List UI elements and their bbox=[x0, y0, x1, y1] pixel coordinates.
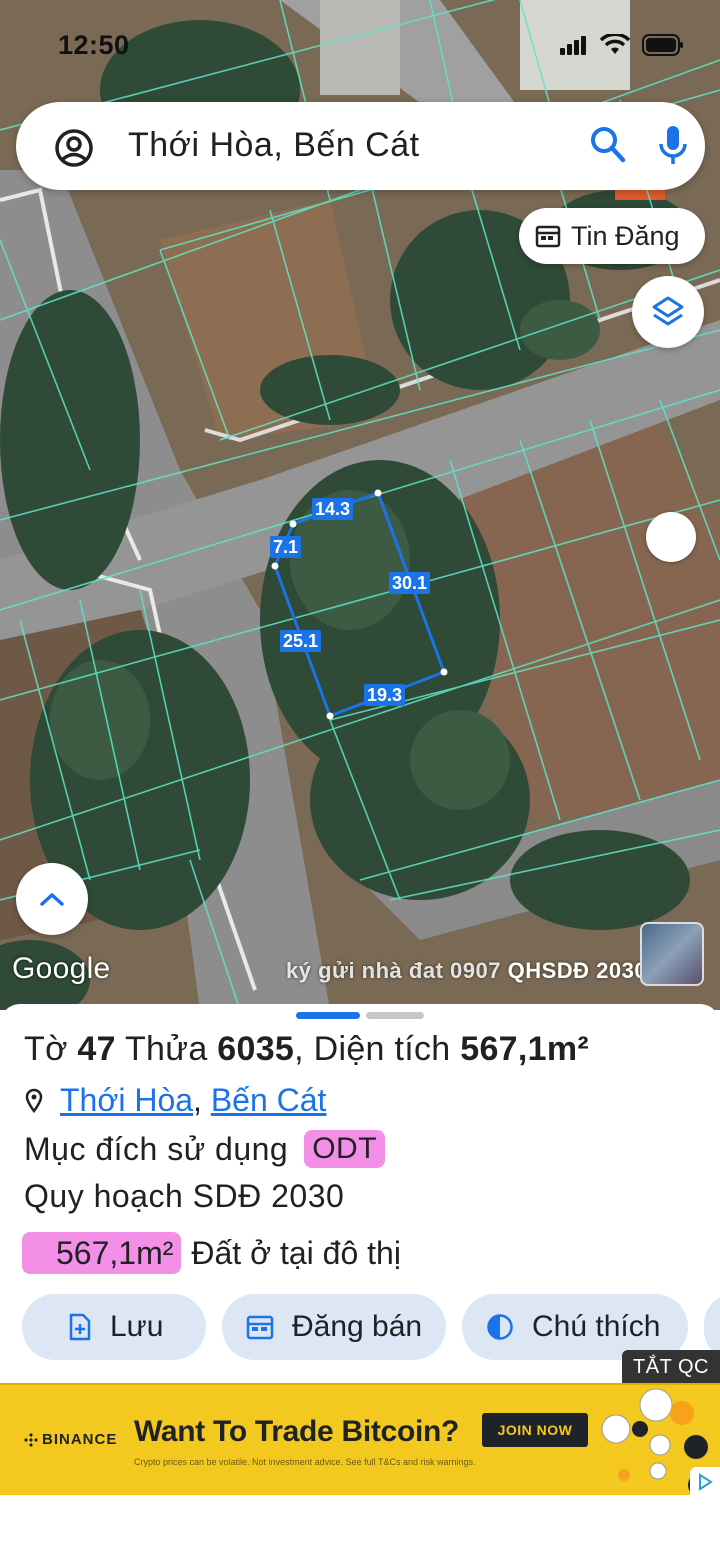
dimension-label: 30.1 bbox=[389, 572, 431, 594]
land-use-label: Mục đích sử dụng bbox=[24, 1130, 289, 1167]
calendar-icon bbox=[246, 1315, 274, 1340]
listings-chip[interactable]: Tin Đăng bbox=[519, 208, 705, 264]
save-button-label: Lưu bbox=[110, 1310, 164, 1343]
listings-chip-label: Tin Đăng bbox=[571, 220, 680, 251]
contrast-icon bbox=[487, 1314, 513, 1340]
ad-headline: Want To Trade Bitcoin? bbox=[134, 1415, 460, 1448]
location-pin-icon bbox=[25, 1088, 43, 1113]
dimension-label: 7.1 bbox=[270, 536, 302, 558]
location-separator: , bbox=[193, 1082, 202, 1118]
town-link[interactable]: Bến Cát bbox=[211, 1082, 327, 1119]
sheet-handle-active[interactable] bbox=[296, 1012, 360, 1019]
map-view[interactable]: 14.3 7.1 30.1 25.1 19.3 12:50 Thới Hòa, … bbox=[0, 0, 720, 1010]
google-logo: Google bbox=[12, 952, 111, 985]
dimension-label: 14.3 bbox=[312, 498, 354, 520]
floating-assist-button[interactable] bbox=[646, 512, 696, 562]
binance-logo-icon bbox=[24, 1432, 38, 1447]
battery-icon bbox=[642, 34, 683, 56]
calendar-icon bbox=[535, 225, 561, 248]
account-icon[interactable] bbox=[54, 128, 94, 168]
action-buttons: Lưu Đăng bán Chú thích bbox=[22, 1294, 720, 1360]
layers-icon bbox=[652, 296, 684, 326]
zone-line: 567,1m² Đất ở tại đô thị bbox=[22, 1232, 401, 1274]
watermark-prefix: ký gửi nhà đat 0907 bbox=[286, 958, 501, 983]
search-input[interactable]: Thới Hòa, Bến Cát bbox=[128, 126, 420, 165]
parcel-title: Tờ 47 Thửa 6035, Diện tích 567,1m² bbox=[24, 1030, 590, 1068]
plot-label: Thửa bbox=[124, 1030, 208, 1068]
ad-choices-button[interactable] bbox=[690, 1467, 720, 1495]
land-use-line: Mục đích sử dụng ODT bbox=[24, 1130, 386, 1168]
hide-ads-button[interactable]: TẮT QC bbox=[622, 1350, 720, 1384]
search-icon[interactable] bbox=[590, 126, 626, 164]
watermark-tail: QHSDĐ 2030 bbox=[507, 958, 648, 983]
area-label: Diện tích bbox=[313, 1030, 451, 1068]
ad-choices-icon bbox=[699, 1473, 713, 1491]
post-sale-button[interactable]: Đăng bán bbox=[222, 1294, 446, 1360]
post-sale-button-label: Đăng bán bbox=[292, 1310, 423, 1343]
dimension-label: 25.1 bbox=[280, 630, 322, 652]
sheet-handle[interactable] bbox=[366, 1012, 424, 1019]
dimension-label: 19.3 bbox=[364, 684, 406, 706]
sheet-label: Tờ bbox=[24, 1030, 68, 1068]
wifi-icon bbox=[600, 34, 630, 54]
layers-button[interactable] bbox=[632, 276, 704, 348]
save-button[interactable]: Lưu bbox=[22, 1294, 206, 1360]
ward-link[interactable]: Thới Hòa bbox=[60, 1082, 193, 1119]
plot-number: 6035 bbox=[217, 1030, 295, 1068]
status-bar: 12:50 bbox=[0, 0, 720, 92]
zone-type: Đất ở tại đô thị bbox=[191, 1234, 401, 1271]
add-document-icon bbox=[69, 1313, 91, 1341]
status-icons bbox=[560, 34, 684, 56]
location-line: Thới Hòa, Bến Cát bbox=[24, 1082, 326, 1119]
microphone-icon[interactable] bbox=[658, 124, 688, 166]
ad-join-button[interactable]: JOIN NOW bbox=[482, 1413, 588, 1447]
map-thumbnail[interactable] bbox=[640, 922, 704, 986]
map-watermark: ký gửi nhà đat 0907 QHSDĐ 2030 bbox=[286, 958, 647, 984]
legend-button-label: Chú thích bbox=[532, 1310, 661, 1343]
status-time: 12:50 bbox=[58, 30, 130, 60]
sheet-number: 47 bbox=[77, 1030, 116, 1068]
area-value: 567,1m² bbox=[460, 1030, 590, 1068]
expand-up-button[interactable] bbox=[16, 863, 88, 935]
search-bar[interactable]: Thới Hòa, Bến Cát bbox=[16, 102, 705, 190]
planning-label: Quy hoạch SDĐ 2030 bbox=[24, 1178, 345, 1214]
parcel-info-sheet: Tờ 47 Thửa 6035, Diện tích 567,1m² Thới … bbox=[0, 1004, 720, 1384]
land-use-badge: ODT bbox=[304, 1130, 386, 1168]
chevron-up-icon bbox=[40, 893, 64, 906]
ad-disclaimer: Crypto prices can be volatile. Not inves… bbox=[134, 1457, 476, 1467]
ad-banner[interactable]: BINANCE Want To Trade Bitcoin? JOIN NOW … bbox=[0, 1383, 720, 1495]
ad-brand: BINANCE bbox=[24, 1431, 117, 1448]
cellular-signal-icon bbox=[560, 36, 586, 55]
zone-area-badge: 567,1m² bbox=[22, 1232, 182, 1274]
ad-brand-label: BINANCE bbox=[42, 1431, 118, 1448]
